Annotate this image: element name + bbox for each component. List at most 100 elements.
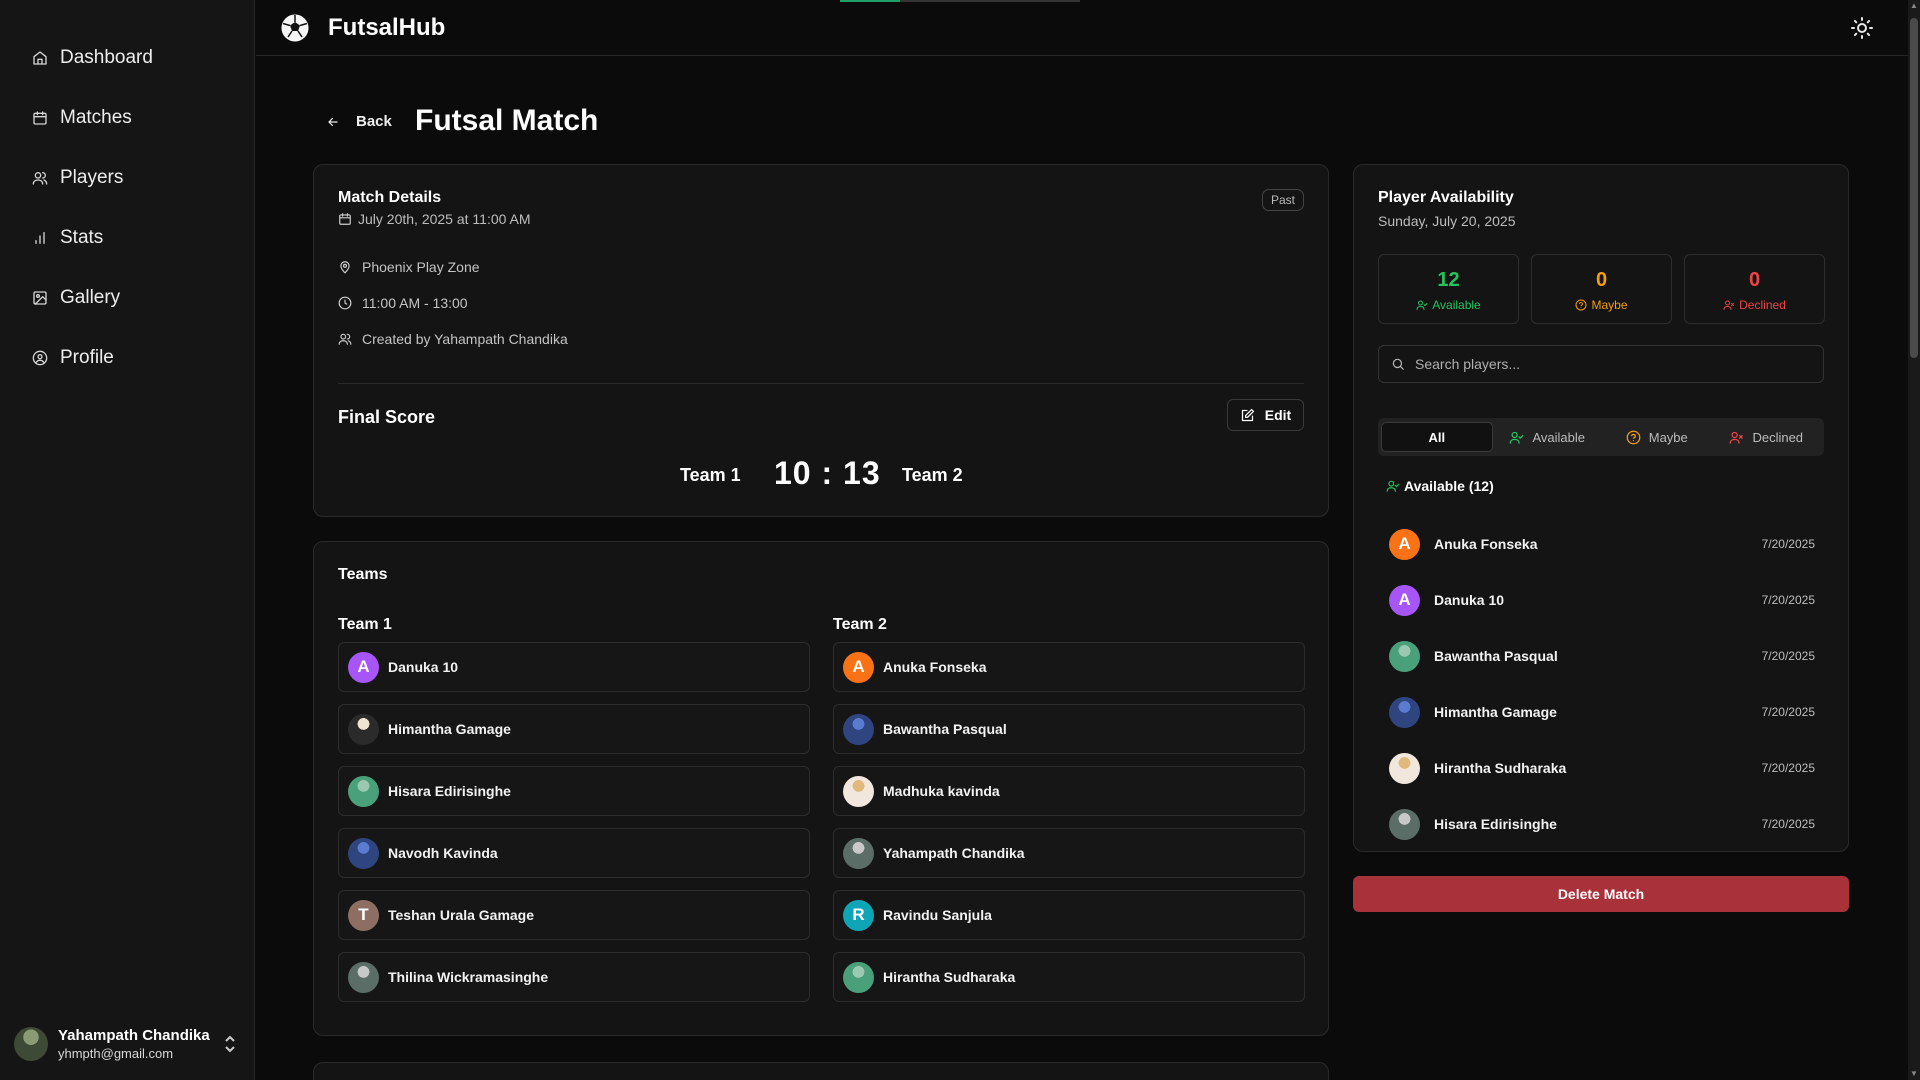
maybe-count: 0 [1595, 269, 1608, 291]
player-name: Teshan Urala Gamage [388, 907, 535, 923]
filter-all[interactable]: All [1381, 422, 1493, 452]
team-player-row[interactable]: T Teshan Urala Gamage [338, 890, 810, 940]
declined-stat[interactable]: 0 Declined [1684, 254, 1825, 324]
player-name: Anuka Fonseka [1434, 536, 1538, 552]
user-menu[interactable]: Yahampath Chandika yhmpth@gmail.com [0, 1008, 255, 1080]
user-check-icon [1386, 480, 1400, 492]
sun-icon[interactable] [1850, 16, 1874, 40]
search-input[interactable] [1415, 356, 1815, 372]
declined-label: Declined [1739, 298, 1786, 312]
loading-progress [840, 0, 1080, 2]
teams-card: Teams Team 1 A Danuka 10 Himantha Gamage Hi… [313, 541, 1329, 1036]
avatar [1389, 640, 1420, 672]
team-2-player-list: A Anuka Fonseka Bawantha Pasqual Madhuka ka… [833, 642, 1305, 1002]
avatar [1389, 752, 1420, 784]
scroll-up-arrow[interactable]: ▲ [1910, 2, 1918, 10]
player-name: Madhuka kavinda [883, 783, 1000, 799]
arrow-left-icon [328, 117, 338, 126]
avatar: T [348, 899, 379, 931]
list-item[interactable]: Hisara Edirisinghe 7/20/2025 [1389, 796, 1815, 852]
edit-score-button[interactable]: Edit [1227, 399, 1304, 431]
team-player-row[interactable]: A Danuka 10 [338, 642, 810, 692]
player-name: Yahampath Chandika [883, 845, 1025, 861]
avatar [348, 961, 379, 993]
team-player-row[interactable]: Bawantha Pasqual [833, 704, 1305, 754]
available-section-heading: Available (12) [1386, 478, 1494, 494]
filter-maybe[interactable]: Maybe [1602, 422, 1712, 452]
user-check-icon [1510, 431, 1524, 444]
response-date: 7/20/2025 [1761, 649, 1815, 663]
avatar: A [1389, 584, 1420, 616]
avatar [14, 1027, 48, 1061]
scroll-down-arrow[interactable]: ▼ [1910, 1070, 1918, 1078]
match-creator: Created by Yahampath Chandika [338, 331, 568, 347]
app-name[interactable]: FutsalHub [328, 14, 445, 42]
filter-available[interactable]: Available [1493, 422, 1603, 452]
final-score-title: Final Score [338, 407, 436, 427]
scroll-thumb[interactable] [1910, 18, 1918, 358]
list-item[interactable]: A Danuka 10 7/20/2025 [1389, 572, 1815, 628]
calendar-icon [339, 213, 351, 225]
score-value: 10 : 13 [774, 455, 881, 491]
divider [338, 383, 1304, 384]
sidebar-item-stats[interactable]: Stats [0, 208, 254, 268]
player-search[interactable] [1378, 345, 1824, 383]
team-name: Team 2 [833, 616, 887, 633]
list-item[interactable]: Himantha Gamage 7/20/2025 [1389, 684, 1815, 740]
team-player-row[interactable]: A Anuka Fonseka [833, 642, 1305, 692]
users-icon [338, 333, 352, 345]
teams-title: Teams [338, 566, 388, 583]
match-time: 11:00 AM - 13:00 [338, 295, 468, 311]
sidebar-item-profile[interactable]: Profile [0, 328, 254, 388]
team-player-row[interactable]: Yahampath Chandika [833, 828, 1305, 878]
top-header: FutsalHub [256, 0, 1908, 56]
sidebar-item-gallery[interactable]: Gallery [0, 268, 254, 328]
response-date: 7/20/2025 [1761, 817, 1815, 831]
response-date: 7/20/2025 [1761, 593, 1815, 607]
available-player-list: A Anuka Fonseka 7/20/2025 A Danuka 10 7/20/20… [1389, 516, 1815, 852]
team-player-row[interactable]: Hirantha Sudharaka [833, 952, 1305, 1002]
avatar [843, 961, 874, 993]
calendar-icon [32, 110, 48, 126]
maybe-label: Maybe [1591, 298, 1628, 312]
team-player-row[interactable]: Himantha Gamage [338, 704, 810, 754]
team-player-row[interactable]: R Ravindu Sanjula [833, 890, 1305, 940]
page-scrollbar[interactable]: ▲ ▼ [1908, 0, 1920, 1080]
maybe-stat[interactable]: 0 Maybe [1531, 254, 1672, 324]
sidebar-item-label: Players [60, 167, 124, 188]
team-player-row[interactable]: Thilina Wickramasinghe [338, 952, 810, 1002]
avatar: A [1389, 528, 1420, 560]
avatar [348, 775, 379, 807]
chevrons-up-down-icon[interactable] [222, 1032, 238, 1056]
user-x-icon [1730, 431, 1744, 444]
availability-date: Sunday, July 20, 2025 [1378, 213, 1516, 229]
user-circle-icon [32, 350, 48, 366]
available-stat[interactable]: 12 Available [1378, 254, 1519, 324]
response-date: 7/20/2025 [1761, 761, 1815, 775]
sidebar-item-label: Dashboard [60, 47, 153, 68]
player-name: Himantha Gamage [1434, 704, 1557, 720]
team-1-player-list: A Danuka 10 Himantha Gamage Hisara Edirisin… [338, 642, 810, 1002]
map-pin-icon [340, 261, 350, 274]
sidebar-item-dashboard[interactable]: Dashboard [0, 28, 254, 88]
player-availability-card: Player Availability Sunday, July 20, 202… [1353, 164, 1849, 852]
match-details-title: Match Details [338, 189, 442, 206]
delete-match-button[interactable]: Delete Match [1353, 876, 1849, 912]
sidebar-item-players[interactable]: Players [0, 148, 254, 208]
player-name: Himantha Gamage [388, 721, 511, 737]
list-item[interactable]: Hirantha Sudharaka 7/20/2025 [1389, 740, 1815, 796]
sidebar-item-matches[interactable]: Matches [0, 88, 254, 148]
team-player-row[interactable]: Navodh Kavinda [338, 828, 810, 878]
user-x-icon [1723, 300, 1735, 310]
team-player-row[interactable]: Hisara Edirisinghe [338, 766, 810, 816]
soccer-ball-icon [280, 13, 310, 43]
list-item[interactable]: A Anuka Fonseka 7/20/2025 [1389, 516, 1815, 572]
availability-title: Player Availability [1378, 189, 1514, 206]
list-item[interactable]: Bawantha Pasqual 7/20/2025 [1389, 628, 1815, 684]
back-button[interactable]: Back [326, 113, 392, 130]
filter-declined[interactable]: Declined [1712, 422, 1822, 452]
sidebar-nav: Dashboard Matches Players Stats Gallery … [0, 0, 254, 388]
avatar [348, 713, 379, 745]
team-player-row[interactable]: Madhuka kavinda [833, 766, 1305, 816]
response-date: 7/20/2025 [1761, 537, 1815, 551]
